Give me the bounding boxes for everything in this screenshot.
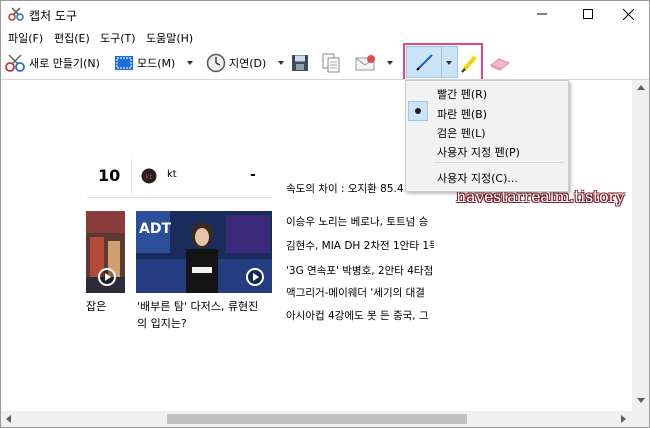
video-thumbnail-left[interactable]: [86, 211, 125, 293]
send-dropdown-arrow-icon[interactable]: [387, 61, 393, 65]
menu-item-customize[interactable]: 사용자 지정(C)...: [437, 170, 518, 186]
team-score-dash: -: [250, 167, 256, 183]
eraser-button[interactable]: [489, 51, 511, 75]
window-title: 캡처 도구: [29, 9, 77, 23]
copy-button[interactable]: [321, 51, 341, 75]
caption-left[interactable]: 잡은: [86, 298, 106, 314]
selected-bullet-icon: [415, 108, 421, 114]
team-logo-icon: kt: [141, 168, 157, 184]
mode-button[interactable]: 모드(M): [114, 51, 194, 75]
close-icon: [622, 8, 634, 20]
video-brand-text: ADT: [139, 221, 171, 237]
new-snip-button[interactable]: 새로 만들기(N): [4, 51, 100, 75]
news-item[interactable]: 김현수, MIA DH 2차전 1안타 1득: [286, 238, 434, 253]
news-item[interactable]: 아시아컵 4강에도 못 든 중국, 그: [286, 308, 434, 323]
envelope-icon: [355, 55, 375, 71]
news-item[interactable]: '3G 연속포' 박병호, 2안타 4타점: [286, 263, 434, 278]
eraser-icon: [489, 58, 511, 71]
caption-main-line1: '배부른 탐' 다저스, 류현진: [137, 300, 259, 313]
scroll-down-arrow-icon[interactable]: [637, 398, 645, 403]
save-button[interactable]: [291, 51, 309, 75]
scroll-right-arrow-icon[interactable]: [621, 415, 626, 423]
dropdown-separator: [434, 162, 564, 163]
menu-bar: 파일(F) 편집(E) 도구(T) 도움말(H): [1, 27, 649, 47]
pen-dropdown-menu: 빨간 펜(R) 파란 펜(B) 검은 펜(L) 사용자 지정 펜(P) 사용자 …: [405, 80, 569, 192]
vertical-scrollbar[interactable]: [632, 80, 649, 411]
delay-button[interactable]: 지연(D): [206, 51, 285, 75]
menu-file[interactable]: 파일(F): [8, 30, 43, 46]
clock-icon: [206, 53, 226, 73]
play-icon[interactable]: [246, 268, 264, 286]
menu-edit[interactable]: 편집(E): [54, 30, 90, 46]
snipping-tool-window: 캡처 도구 파일(F) 편집(E) 도구(T) 도움말(H) 새로 만들기(N): [0, 0, 650, 428]
highlighter-button[interactable]: [459, 51, 481, 75]
delay-label: 지연(D): [229, 57, 267, 70]
mode-dropdown-arrow-icon[interactable]: [187, 61, 194, 65]
new-snip-label: 새로 만들기(N): [29, 57, 100, 70]
save-disk-icon: [292, 55, 308, 71]
caption-main-line2: 의 입지는?: [137, 317, 187, 330]
menu-item-black-pen[interactable]: 검은 펜(L): [437, 125, 486, 141]
menu-item-blue-pen[interactable]: 파란 펜(B): [437, 106, 487, 122]
scroll-left-arrow-icon[interactable]: [6, 415, 11, 423]
menu-item-red-pen[interactable]: 빨간 펜(R): [437, 86, 487, 102]
maximize-icon: [583, 9, 593, 19]
caption-main[interactable]: '배부른 탐' 다저스, 류현진 의 입지는?: [137, 298, 275, 332]
news-item[interactable]: 이승우 노리는 베로나, 토트넘 승: [286, 214, 434, 229]
scrollbar-corner: [632, 411, 649, 427]
copy-icon: [322, 53, 340, 73]
menu-help[interactable]: 도움말(H): [146, 30, 193, 46]
score-separator: [87, 197, 272, 198]
close-button[interactable]: [605, 1, 649, 27]
scissors-app-icon: [8, 7, 24, 21]
minimize-button[interactable]: [519, 1, 565, 27]
score-divider: [131, 159, 132, 195]
score-number: 10: [98, 166, 121, 185]
scroll-up-arrow-icon[interactable]: [637, 85, 645, 90]
svg-text:kt: kt: [146, 173, 153, 181]
play-icon[interactable]: [98, 268, 116, 286]
mode-label: 모드(M): [137, 57, 176, 70]
highlighter-icon: [461, 55, 477, 73]
title-bar: 캡처 도구: [1, 1, 649, 27]
send-snip-button[interactable]: [355, 51, 393, 75]
team-name: kt: [167, 169, 177, 180]
news-item[interactable]: 맥그리거-메이웨더 '세기의 대결: [286, 285, 434, 300]
toolbar: 새로 만들기(N) 모드(M) 지연(D): [1, 47, 649, 79]
video-thumbnail-main[interactable]: ADT: [136, 211, 272, 293]
minimize-icon: [537, 13, 547, 15]
rectangle-mode-icon: [115, 56, 133, 70]
scissors-icon: [5, 54, 25, 72]
menu-tools[interactable]: 도구(T): [100, 30, 136, 46]
delay-dropdown-arrow-icon[interactable]: [278, 61, 285, 65]
horizontal-scroll-thumb[interactable]: [167, 414, 467, 424]
menu-item-custom-pen[interactable]: 사용자 지정 펜(P): [437, 144, 520, 160]
